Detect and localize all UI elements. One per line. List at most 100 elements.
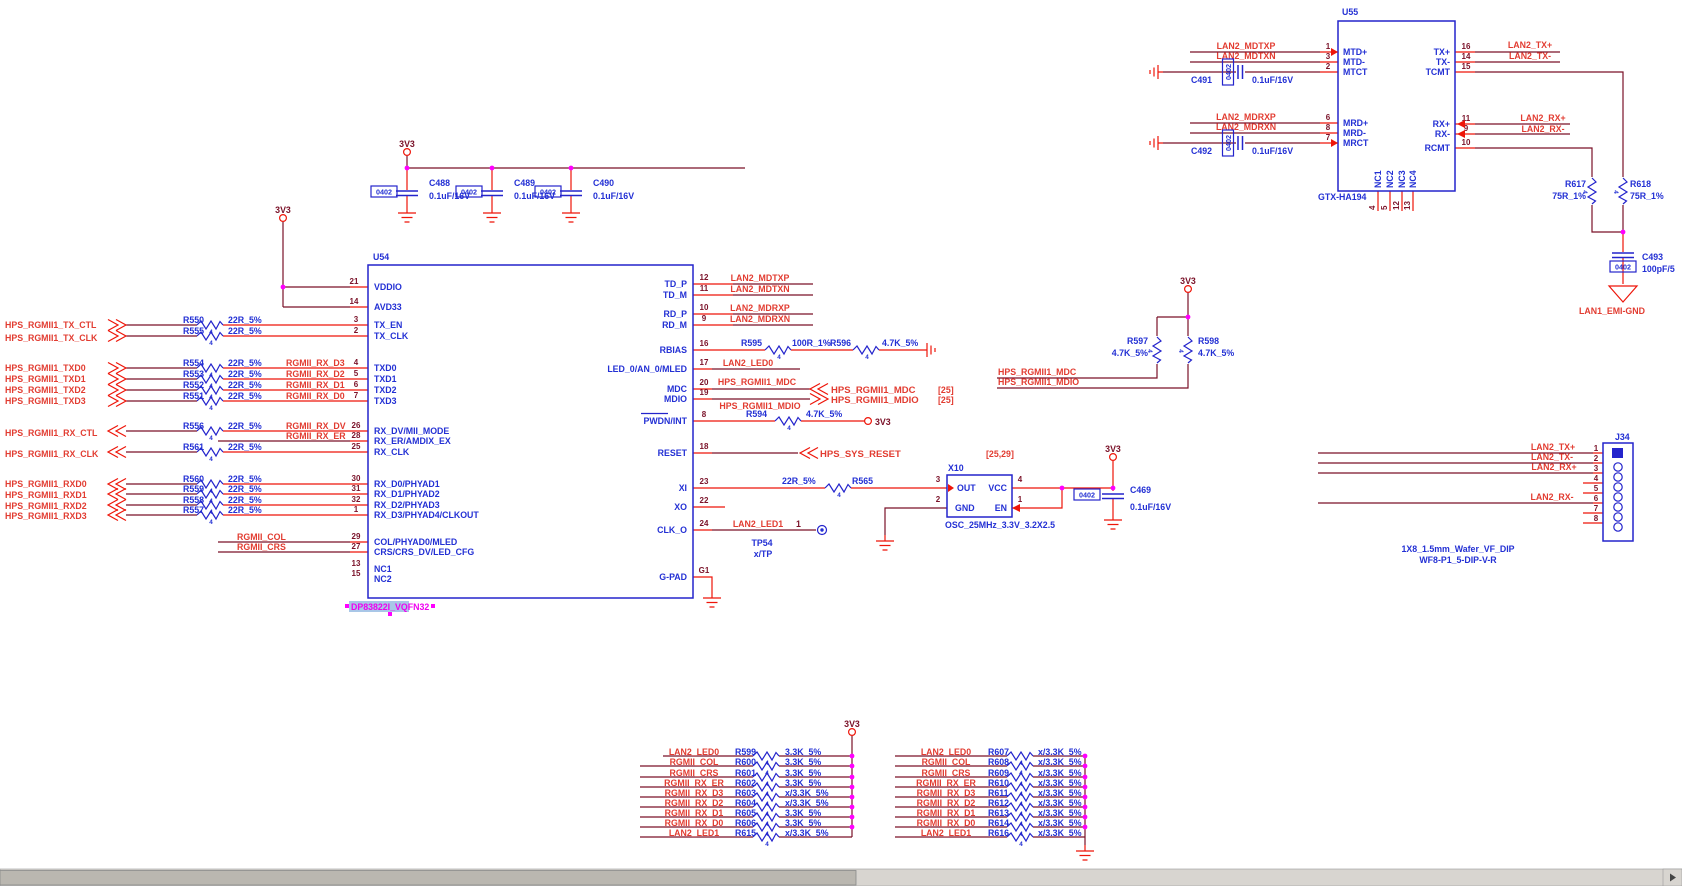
net-label[interactable]: HPS_RGMII1_RXD0 [5, 479, 87, 489]
net-label[interactable]: HPS_RGMII1_TXD2 [5, 385, 86, 395]
value[interactable]: 0.1uF/16V [1130, 502, 1171, 512]
offpage-net-label[interactable]: HPS_RGMII1_MDIO [831, 395, 919, 406]
refdes[interactable]: TP54 [751, 538, 772, 548]
net-label[interactable]: HPS_RGMII1_TX_CTL [5, 320, 97, 330]
refdes[interactable]: R614 [988, 818, 1009, 828]
refdes[interactable]: U54 [373, 252, 389, 262]
refdes[interactable]: R609 [988, 768, 1009, 778]
mdio-pullups[interactable]: 3V3 R597 4.7K_5% R598 4.7K_5% HPS_RGMII1… [998, 276, 1234, 387]
refdes[interactable]: R616 [988, 828, 1009, 838]
value[interactable]: 100pF/5 [1642, 264, 1675, 274]
refdes[interactable]: C492 [1191, 146, 1212, 156]
value[interactable]: 75R_1% [1630, 191, 1664, 201]
horizontal-scrollbar[interactable] [0, 868, 1682, 886]
value[interactable]: 22R_5% [228, 315, 262, 325]
value[interactable]: 0.1uF/16V [429, 191, 470, 201]
net-label[interactable]: LAN2_MDTXN [730, 284, 789, 294]
refdes[interactable]: R612 [988, 798, 1009, 808]
value[interactable]: 4.7K_5% [882, 338, 918, 348]
offpage-net-label[interactable]: HPS_SYS_RESET [820, 449, 901, 460]
capacitor-icon[interactable] [1611, 252, 1635, 259]
refdes[interactable]: R597 [1127, 336, 1148, 346]
net-label[interactable]: RGMII_CRS [922, 768, 971, 778]
net-label[interactable]: RGMII_RX_D2 [286, 369, 345, 379]
net-label[interactable]: LAN2_TX- [1531, 452, 1573, 462]
net-label[interactable]: HPS_RGMII1_TXD3 [5, 396, 86, 406]
net-label[interactable]: RGMII_CRS [237, 542, 286, 552]
refdes[interactable]: R611 [988, 788, 1009, 798]
refdes[interactable]: R556 [183, 421, 204, 431]
refdes[interactable]: R615 [735, 828, 756, 838]
value[interactable]: 0.1uF/16V [593, 191, 634, 201]
net-label[interactable]: LAN2_MDTXP [731, 273, 790, 283]
net-label[interactable]: LAN2_RX+ [1520, 113, 1565, 123]
net-label[interactable]: LAN2_MDRXN [730, 314, 790, 324]
net-label[interactable]: HPS_RGMII1_MDC [998, 367, 1077, 377]
net-label[interactable]: LAN2_TX+ [1508, 40, 1552, 50]
part-value-selected[interactable]: DP83822I_VQFN32 [345, 601, 435, 616]
capacitor-icon[interactable] [395, 190, 419, 197]
net-label[interactable]: LAN2_RX- [1530, 492, 1573, 502]
value[interactable]: x/TP [754, 549, 773, 559]
value[interactable]: x/3.3K_5% [1038, 828, 1082, 838]
component-x10[interactable]: X10 OUT VCC GND EN 3 2 4 1 OSC_25MHz_3.3… [875, 463, 1055, 551]
part-value[interactable]: WF8-P1_5-DIP-V-R [1419, 555, 1497, 565]
refdes[interactable]: R601 [735, 768, 756, 778]
refdes[interactable]: R613 [988, 808, 1009, 818]
net-label[interactable]: RGMII_RX_DV [286, 421, 346, 431]
value[interactable]: x/3.3K_5% [785, 798, 829, 808]
value[interactable]: 3.3K_5% [785, 768, 821, 778]
net-label[interactable]: RGMII_RX_D1 [286, 380, 345, 390]
net-label[interactable]: LAN2_MDRXP [730, 303, 790, 313]
net-label[interactable]: RGMII_RX_D0 [917, 818, 976, 828]
capacitor-icon[interactable] [480, 190, 504, 197]
component-c469[interactable]: 3V3 0402 C469 0.1uF/16V [1073, 444, 1171, 530]
capacitor-icon[interactable] [1101, 493, 1125, 500]
refdes[interactable]: C469 [1130, 485, 1151, 495]
value[interactable]: 3.3K_5% [785, 747, 821, 757]
net-label[interactable]: RGMII_RX_ER [916, 778, 976, 788]
value[interactable]: x/3.3K_5% [785, 788, 829, 798]
net-label[interactable]: HPS_RGMII1_MDC [718, 377, 797, 387]
refdes[interactable]: R604 [735, 798, 756, 808]
net-label[interactable]: HPS_RGMII1_RXD1 [5, 490, 87, 500]
net-label[interactable]: HPS_RGMII1_TXD0 [5, 363, 86, 373]
component-j34[interactable]: J34 1 2 3 4 5 6 7 8 LAN2_TX+ LAN2_TX- LA… [1401, 432, 1634, 565]
refdes[interactable]: R606 [735, 818, 756, 828]
refdes[interactable]: R610 [988, 778, 1009, 788]
refdes[interactable]: R550 [183, 315, 204, 325]
net-label[interactable]: HPS_RGMII1_TX_CLK [5, 333, 98, 343]
net-label[interactable]: HPS_RGMII1_RX_CLK [5, 449, 99, 459]
value[interactable]: 3.3K_5% [785, 778, 821, 788]
value[interactable]: 0.1uF/16V [1252, 146, 1293, 156]
value[interactable]: 3.3K_5% [785, 808, 821, 818]
strap-array-pulldown[interactable]: LAN2_LED0 RGMII_COL RGMII_CRS RGMII_RX_E… [916, 747, 1095, 861]
net-label[interactable]: RGMII_RX_D0 [286, 391, 345, 401]
value[interactable]: x/3.3K_5% [1038, 818, 1082, 828]
testpoint-icon[interactable] [816, 524, 828, 536]
net-label[interactable]: HPS_RGMII1_RX_CTL [5, 428, 98, 438]
value[interactable]: x/3.3K_5% [1038, 788, 1082, 798]
refdes[interactable]: C488 [429, 178, 450, 188]
value[interactable]: 3.3K_5% [785, 757, 821, 767]
value[interactable]: 22R_5% [228, 369, 262, 379]
refdes[interactable]: R608 [988, 757, 1009, 767]
part-value[interactable]: GTX-HA194 [1318, 192, 1367, 202]
net-label[interactable]: LAN2_TX+ [1531, 442, 1575, 452]
value[interactable]: 4.7K_5% [1112, 348, 1148, 358]
scrollbar-thumb[interactable] [0, 870, 857, 886]
refdes[interactable]: R596 [830, 338, 851, 348]
refdes[interactable]: U55 [1342, 7, 1358, 17]
refdes[interactable]: R618 [1630, 179, 1651, 189]
net-label[interactable]: HPS_RGMII1_MDIO [998, 377, 1079, 387]
net-label[interactable]: RGMII_RX_D2 [917, 798, 976, 808]
refdes[interactable]: R602 [735, 778, 756, 788]
capacitor-icon[interactable] [1237, 64, 1244, 80]
refdes[interactable]: R605 [735, 808, 756, 818]
value[interactable]: x/3.3K_5% [1038, 757, 1082, 767]
value[interactable]: 22R_5% [228, 474, 262, 484]
refdes[interactable]: R594 [746, 409, 767, 419]
value[interactable]: 22R_5% [228, 495, 262, 505]
refdes[interactable]: R598 [1198, 336, 1219, 346]
net-label[interactable]: RGMII_RX_D3 [917, 788, 976, 798]
